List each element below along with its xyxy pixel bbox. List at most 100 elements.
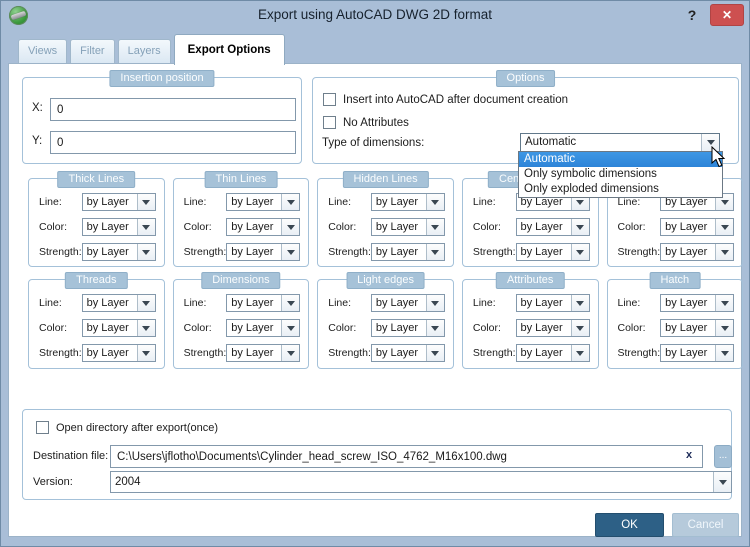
- light-edges-strength-combobox[interactable]: by Layer: [370, 344, 445, 362]
- combo-value: by Layer: [375, 297, 419, 309]
- tab-export-options[interactable]: Export Options: [173, 34, 285, 65]
- threads-strength-combobox[interactable]: by Layer: [81, 344, 156, 362]
- dropdown-arrow-icon[interactable]: [136, 295, 155, 311]
- dropdown-item-only-exploded-dimensions[interactable]: Only exploded dimensions: [519, 182, 722, 197]
- thin-lines-color-combobox[interactable]: by Layer: [226, 218, 301, 236]
- hatch-color-combobox[interactable]: by Layer: [660, 319, 735, 337]
- tab-layers[interactable]: Layers: [117, 39, 171, 63]
- threads-line-combobox[interactable]: by Layer: [81, 294, 156, 312]
- hidden-lines-color-combobox[interactable]: by Layer: [370, 218, 445, 236]
- destination-file-input[interactable]: [110, 445, 703, 468]
- dropdown-arrow-icon[interactable]: [715, 320, 734, 336]
- mouse-cursor-icon: [711, 146, 726, 168]
- thin-lines-strength-combobox[interactable]: by Layer: [226, 243, 301, 261]
- center-lines-strength-combobox[interactable]: by Layer: [515, 243, 590, 261]
- line-style-field-row: Color: by Layer: [184, 218, 301, 236]
- cancel-button[interactable]: Cancel: [672, 513, 739, 537]
- x-input[interactable]: [50, 98, 296, 121]
- dropdown-arrow-icon[interactable]: [281, 194, 300, 210]
- threads-color-combobox[interactable]: by Layer: [81, 319, 156, 337]
- dropdown-item-only-symbolic-dimensions[interactable]: Only symbolic dimensions: [519, 167, 722, 182]
- dropdown-arrow-icon[interactable]: [715, 244, 734, 260]
- line-style-group-hatch: Hatch Line: by Layer Color: by Layer Strengt…: [606, 272, 744, 369]
- hidden-lines-strength-combobox[interactable]: by Layer: [370, 243, 445, 261]
- dimensions-color-combobox[interactable]: by Layer: [226, 319, 301, 337]
- line-group-title: Threads: [65, 272, 128, 289]
- thick-lines-line-combobox[interactable]: by Layer: [81, 193, 156, 211]
- ok-button[interactable]: OK: [595, 513, 664, 537]
- insert-into-autocad-checkbox[interactable]: [323, 93, 336, 106]
- dropdown-arrow-icon[interactable]: [570, 320, 589, 336]
- version-combobox[interactable]: 2004: [110, 471, 732, 493]
- line-style-field-row: Color: by Layer: [473, 319, 590, 337]
- no-attributes-row: No Attributes: [323, 116, 409, 129]
- dropdown-arrow-icon[interactable]: [425, 295, 444, 311]
- hidden-lines-line-combobox[interactable]: by Layer: [370, 193, 445, 211]
- dropdown-arrow-icon[interactable]: [281, 295, 300, 311]
- attributes-color-combobox[interactable]: by Layer: [515, 319, 590, 337]
- line-style-field-row: Strength: by Layer: [39, 243, 156, 261]
- dropdown-arrow-icon[interactable]: [425, 345, 444, 361]
- dropdown-arrow-icon[interactable]: [570, 219, 589, 235]
- dropdown-arrow-icon[interactable]: [136, 320, 155, 336]
- line-style-field-row: Line: by Layer: [184, 193, 301, 211]
- combo-value: by Layer: [520, 322, 563, 334]
- dropdown-arrow-icon[interactable]: [715, 295, 734, 311]
- dropdown-arrow-icon[interactable]: [713, 472, 731, 492]
- line-style-group-thick-lines: Thick Lines Line: by Layer Color: by Layer S…: [28, 171, 165, 267]
- close-button[interactable]: ✕: [710, 4, 744, 26]
- insertion-position-group-title: Insertion position: [109, 70, 215, 87]
- no-attributes-checkbox[interactable]: [323, 116, 336, 129]
- dropdown-arrow-icon[interactable]: [570, 345, 589, 361]
- line-style-field-row: Line: by Layer: [328, 294, 445, 312]
- field-label: Line:: [472, 297, 496, 309]
- dropdown-arrow-icon[interactable]: [425, 219, 444, 235]
- y-input[interactable]: [50, 131, 296, 154]
- line-style-group-dimensions: Dimensions Line: by Layer Color: by Layer St…: [172, 272, 310, 369]
- dropdown-arrow-icon[interactable]: [425, 244, 444, 260]
- dropdown-arrow-icon[interactable]: [570, 244, 589, 260]
- dropdown-arrow-icon[interactable]: [570, 295, 589, 311]
- dropdown-arrow-icon[interactable]: [136, 194, 155, 210]
- combo-value: by Layer: [86, 196, 129, 208]
- open-directory-checkbox[interactable]: [36, 421, 49, 434]
- thick-lines-color-combobox[interactable]: by Layer: [81, 218, 156, 236]
- combo-value: by Layer: [86, 297, 129, 309]
- dropdown-arrow-icon[interactable]: [281, 219, 300, 235]
- field-label: Color:: [472, 322, 501, 334]
- type-of-dimensions-combobox[interactable]: Automatic: [520, 133, 720, 152]
- help-button[interactable]: ?: [683, 5, 701, 25]
- hatch-strength-combobox[interactable]: by Layer: [660, 344, 735, 362]
- dropdown-arrow-icon[interactable]: [715, 345, 734, 361]
- dropdown-item-automatic[interactable]: Automatic: [519, 152, 722, 167]
- center-lines-color-combobox[interactable]: by Layer: [515, 218, 590, 236]
- untitled-strength-combobox[interactable]: by Layer: [660, 243, 735, 261]
- dropdown-arrow-icon[interactable]: [425, 320, 444, 336]
- dropdown-arrow-icon[interactable]: [425, 194, 444, 210]
- dropdown-arrow-icon[interactable]: [715, 219, 734, 235]
- combo-value: by Layer: [231, 246, 274, 258]
- dropdown-arrow-icon[interactable]: [281, 345, 300, 361]
- tab-filter[interactable]: Filter: [70, 39, 115, 63]
- line-group-title: Hatch: [649, 272, 701, 289]
- thin-lines-line-combobox[interactable]: by Layer: [226, 193, 301, 211]
- dropdown-arrow-icon[interactable]: [136, 244, 155, 260]
- hatch-line-combobox[interactable]: by Layer: [660, 294, 735, 312]
- thick-lines-strength-combobox[interactable]: by Layer: [81, 243, 156, 261]
- dropdown-arrow-icon[interactable]: [281, 320, 300, 336]
- untitled-color-combobox[interactable]: by Layer: [660, 218, 735, 236]
- dropdown-arrow-icon[interactable]: [136, 219, 155, 235]
- open-directory-label: Open directory after export(once): [56, 421, 219, 434]
- dimensions-line-combobox[interactable]: by Layer: [226, 294, 301, 312]
- light-edges-color-combobox[interactable]: by Layer: [370, 319, 445, 337]
- dimensions-strength-combobox[interactable]: by Layer: [226, 344, 301, 362]
- dropdown-arrow-icon[interactable]: [281, 244, 300, 260]
- tab-views[interactable]: Views: [18, 39, 68, 63]
- browse-button[interactable]: ...: [714, 445, 732, 468]
- attributes-line-combobox[interactable]: by Layer: [515, 294, 590, 312]
- light-edges-line-combobox[interactable]: by Layer: [370, 294, 445, 312]
- dropdown-arrow-icon[interactable]: [136, 345, 155, 361]
- clear-destination-icon[interactable]: x: [686, 449, 692, 461]
- line-style-field-row: Line: by Layer: [618, 294, 735, 312]
- attributes-strength-combobox[interactable]: by Layer: [515, 344, 590, 362]
